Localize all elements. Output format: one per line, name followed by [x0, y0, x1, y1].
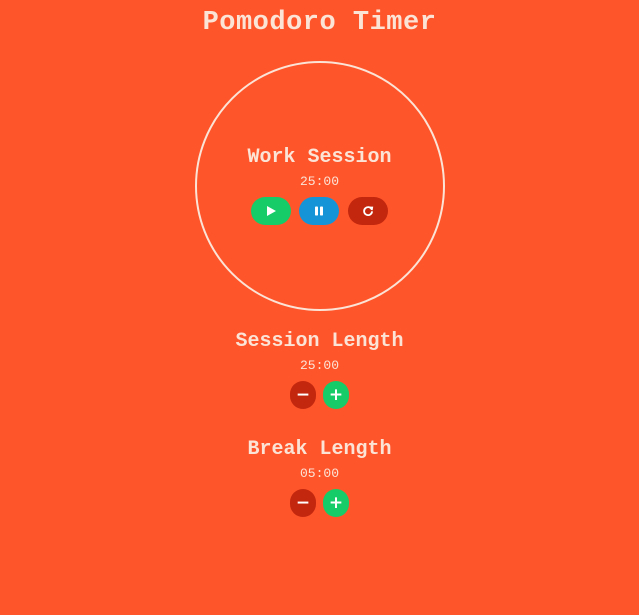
break-length-value: 05:00 — [299, 466, 339, 481]
break-decrement-button[interactable]: − — [290, 489, 316, 517]
reset-button[interactable] — [348, 197, 388, 225]
pomodoro-app: Pomodoro Timer Work Session 25:00 Sessio… — [0, 0, 639, 615]
break-length-title: Break Length — [247, 438, 392, 461]
pause-button[interactable] — [299, 197, 339, 225]
app-title: Pomodoro Timer — [202, 8, 437, 38]
session-name: Work Session — [247, 146, 392, 169]
session-length-title: Session Length — [235, 330, 404, 353]
session-increment-button[interactable]: + — [323, 381, 349, 409]
session-length-value: 25:00 — [299, 358, 339, 373]
session-decrement-button[interactable]: − — [290, 381, 316, 409]
break-increment-button[interactable]: + — [323, 489, 349, 517]
timer-display: 25:00 — [299, 174, 339, 189]
play-icon — [267, 206, 276, 216]
pause-icon — [315, 206, 323, 216]
reset-icon — [363, 206, 374, 216]
play-button[interactable] — [251, 197, 291, 225]
